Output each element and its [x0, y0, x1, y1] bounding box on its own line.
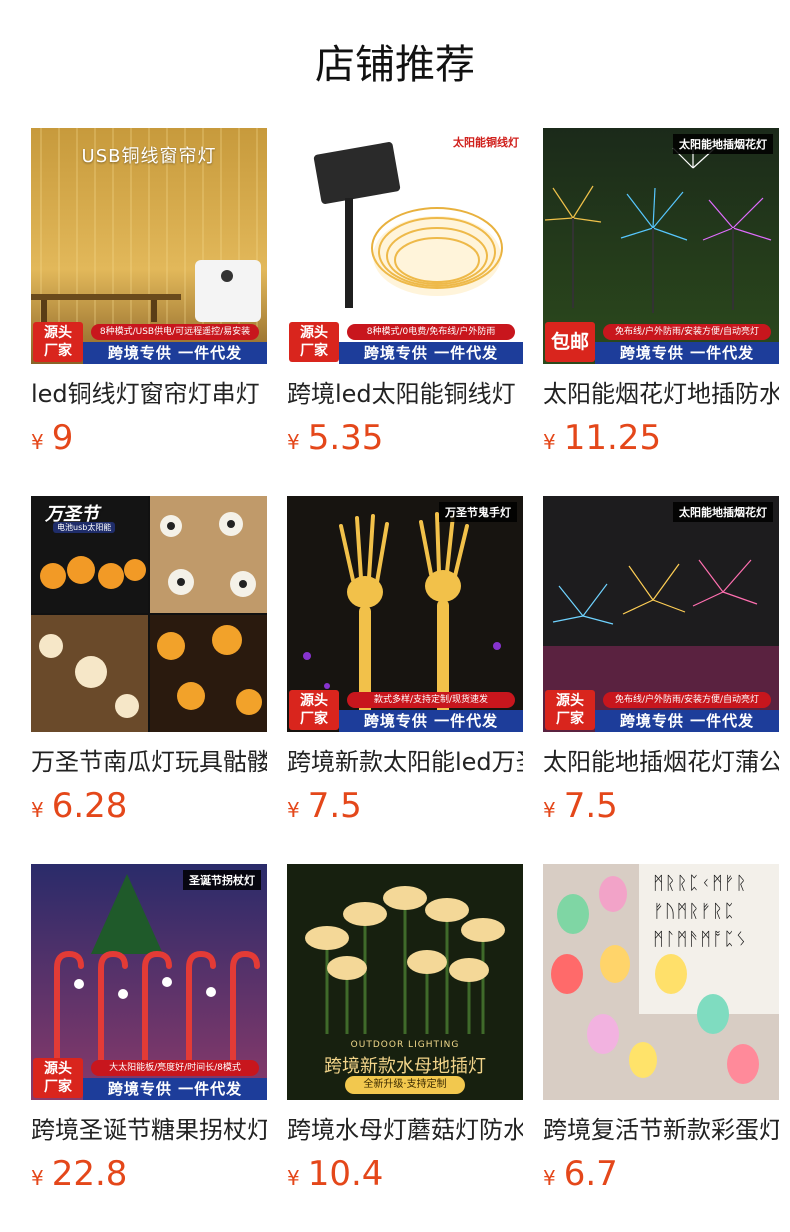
feature-banner: 8种模式/0电费/免布线/户外防雨 [347, 324, 515, 340]
product-image[interactable]: 太阳能地插烟花灯 包邮 免布线/户外防雨/安装方便/自动亮灯 跨境专供 一件代发 [543, 128, 779, 364]
badge-line: 厂家 [300, 343, 328, 359]
crossborder-strip: 跨境专供 一件代发 [339, 342, 523, 364]
badge-line: 厂家 [556, 711, 584, 727]
feature-banner: 大太阳能板/亮度好/时间长/8模式 [91, 1060, 259, 1076]
product-card[interactable]: USB铜线窗帘灯 源头 厂家 8种模式/USB供电/可远程遥控/易安装 跨境专供… [31, 128, 267, 468]
product-name[interactable]: 跨境新款太阳能led万圣节 [287, 746, 523, 778]
price-value: 11.25 [563, 418, 662, 458]
product-price: ¥7.5 [543, 786, 618, 826]
badge-line: 源头 [300, 693, 328, 709]
source-factory-badge: 源头 厂家 [33, 1058, 83, 1098]
currency-symbol: ¥ [31, 1166, 44, 1190]
source-factory-badge: 源头 厂家 [289, 322, 339, 362]
product-name[interactable]: led铜线灯窗帘灯串灯 [31, 378, 267, 410]
badge-line: 厂家 [44, 1079, 72, 1095]
image-brand-line: OUTDOOR LIGHTING [350, 1040, 460, 1050]
product-image[interactable]: 万圣节鬼手灯 源头 厂家 款式多样/支持定制/现货速发 跨境专供 一件代发 [287, 496, 523, 732]
product-card[interactable]: OUTDOOR LIGHTING 跨境新款水母地插灯 全新升级·支持定制 跨境水… [287, 864, 523, 1204]
crossborder-strip: 跨境专供 一件代发 [83, 342, 267, 364]
price-value: 10.4 [307, 1154, 384, 1194]
price-value: 22.8 [51, 1154, 128, 1194]
image-overlay-title: USB铜线窗帘灯 [81, 146, 217, 167]
crossborder-strip: 跨境专供 一件代发 [595, 710, 779, 732]
product-image[interactable]: OUTDOOR LIGHTING 跨境新款水母地插灯 全新升级·支持定制 [287, 864, 523, 1100]
badge-line: 源头 [44, 325, 72, 341]
price-value: 6.7 [563, 1154, 618, 1194]
feature-banner: 款式多样/支持定制/现货速发 [347, 692, 515, 708]
product-image[interactable]: 太阳能铜线灯 源头 厂家 8种模式/0电费/免布线/户外防雨 跨境专供 一件代发 [287, 128, 523, 364]
product-image[interactable]: 圣诞节拐杖灯 源头 厂家 大太阳能板/亮度好/时间长/8模式 跨境专供 一件代发 [31, 864, 267, 1100]
product-image[interactable]: 太阳能地插烟花灯 源头 厂家 免布线/户外防雨/安装方便/自动亮灯 跨境专供 一… [543, 496, 779, 732]
price-value: 6.28 [51, 786, 128, 826]
product-name[interactable]: 太阳能地插烟花灯蒲公英 [543, 746, 779, 778]
product-image[interactable]: ᛗᚱᚱᛈᚲᛗᚠᚱ ᚠᚢᛗᚱᚠᚱᛈ ᛗᛚᛗᚫᛗᚩᛈᛊ [543, 864, 779, 1100]
currency-symbol: ¥ [287, 1166, 300, 1190]
source-factory-badge: 源头 厂家 [545, 690, 595, 730]
image-corner-tag: 太阳能地插烟花灯 [673, 134, 773, 154]
feature-banner: 免布线/户外防雨/安装方便/自动亮灯 [603, 324, 771, 340]
product-image[interactable]: USB铜线窗帘灯 源头 厂家 8种模式/USB供电/可远程遥控/易安装 跨境专供… [31, 128, 267, 364]
product-price: ¥11.25 [543, 418, 661, 458]
currency-symbol: ¥ [543, 430, 556, 454]
product-price: ¥5.35 [287, 418, 383, 458]
currency-symbol: ¥ [287, 798, 300, 822]
free-shipping-badge: 包邮 [545, 322, 595, 362]
badge-line: 厂家 [300, 711, 328, 727]
image-corner-tag: 圣诞节拐杖灯 [183, 870, 261, 890]
price-value: 7.5 [563, 786, 618, 826]
product-name[interactable]: 太阳能烟花灯地插防水 [543, 378, 779, 410]
currency-symbol: ¥ [543, 1166, 556, 1190]
product-name[interactable]: 跨境圣诞节糖果拐杖灯 [31, 1114, 267, 1146]
source-factory-badge: 源头 厂家 [289, 690, 339, 730]
source-factory-badge: 源头 厂家 [33, 322, 83, 362]
product-price: ¥7.5 [287, 786, 362, 826]
image-corner-tag: 万圣节鬼手灯 [439, 502, 517, 522]
badge-line: 源头 [300, 325, 328, 341]
price-value: 5.35 [307, 418, 384, 458]
product-card[interactable]: ᛗᚱᚱᛈᚲᛗᚠᚱ ᚠᚢᛗᚱᚠᚱᛈ ᛗᛚᛗᚫᛗᚩᛈᛊ 跨境复活节新款彩蛋灯 ¥6.… [543, 864, 779, 1204]
rune-text: ᛗᚱᚱᛈᚲᛗᚠᚱ ᚠᚢᛗᚱᚠᚱᛈ ᛗᛚᛗᚫᛗᚩᛈᛊ [653, 873, 748, 950]
product-name[interactable]: 跨境复活节新款彩蛋灯 [543, 1114, 779, 1146]
product-name[interactable]: 万圣节南瓜灯玩具骷髅 [31, 746, 267, 778]
currency-symbol: ¥ [543, 798, 556, 822]
upgrade-pill: 全新升级·支持定制 [345, 1076, 465, 1094]
product-name[interactable]: 跨境水母灯蘑菇灯防水 [287, 1114, 523, 1146]
product-price: ¥6.7 [543, 1154, 618, 1194]
image-caption: 跨境新款水母地插灯 [324, 1056, 486, 1077]
badge-line: 厂家 [44, 343, 72, 359]
crossborder-strip: 跨境专供 一件代发 [83, 1078, 267, 1100]
product-price: ¥22.8 [31, 1154, 127, 1194]
product-name[interactable]: 跨境led太阳能铜线灯 [287, 378, 523, 410]
product-card[interactable]: 太阳能地插烟花灯 包邮 免布线/户外防雨/安装方便/自动亮灯 跨境专供 一件代发… [543, 128, 779, 468]
price-value: 7.5 [307, 786, 362, 826]
image-subtitle-text: 电池usb太阳能 [53, 522, 116, 533]
product-price: ¥6.28 [31, 786, 127, 826]
product-card[interactable]: 圣诞节拐杖灯 源头 厂家 大太阳能板/亮度好/时间长/8模式 跨境专供 一件代发… [31, 864, 267, 1204]
image-corner-tag: 太阳能地插烟花灯 [673, 502, 773, 522]
crossborder-strip: 跨境专供 一件代发 [339, 710, 523, 732]
badge-line: 源头 [556, 693, 584, 709]
crossborder-strip: 跨境专供 一件代发 [595, 342, 779, 364]
product-card[interactable]: 万圣节鬼手灯 源头 厂家 款式多样/支持定制/现货速发 跨境专供 一件代发 跨境… [287, 496, 523, 836]
product-price: ¥9 [31, 418, 73, 458]
image-corner-tag: 太阳能铜线灯 [453, 136, 519, 149]
product-image[interactable]: 万圣节 电池usb太阳能 [31, 496, 267, 732]
currency-symbol: ¥ [287, 430, 300, 454]
currency-symbol: ¥ [31, 798, 44, 822]
product-card[interactable]: 太阳能铜线灯 源头 厂家 8种模式/0电费/免布线/户外防雨 跨境专供 一件代发… [287, 128, 523, 468]
product-price: ¥10.4 [287, 1154, 383, 1194]
feature-banner: 免布线/户外防雨/安装方便/自动亮灯 [603, 692, 771, 708]
feature-banner: 8种模式/USB供电/可远程遥控/易安装 [91, 324, 259, 340]
badge-line: 源头 [44, 1061, 72, 1077]
product-card[interactable]: 万圣节 电池usb太阳能 万圣节南瓜灯玩具骷髅 ¥6.28 [31, 496, 267, 836]
product-card[interactable]: 太阳能地插烟花灯 源头 厂家 免布线/户外防雨/安装方便/自动亮灯 跨境专供 一… [543, 496, 779, 836]
price-value: 9 [51, 418, 74, 458]
page-title: 店铺推荐 [315, 42, 475, 88]
currency-symbol: ¥ [31, 430, 44, 454]
